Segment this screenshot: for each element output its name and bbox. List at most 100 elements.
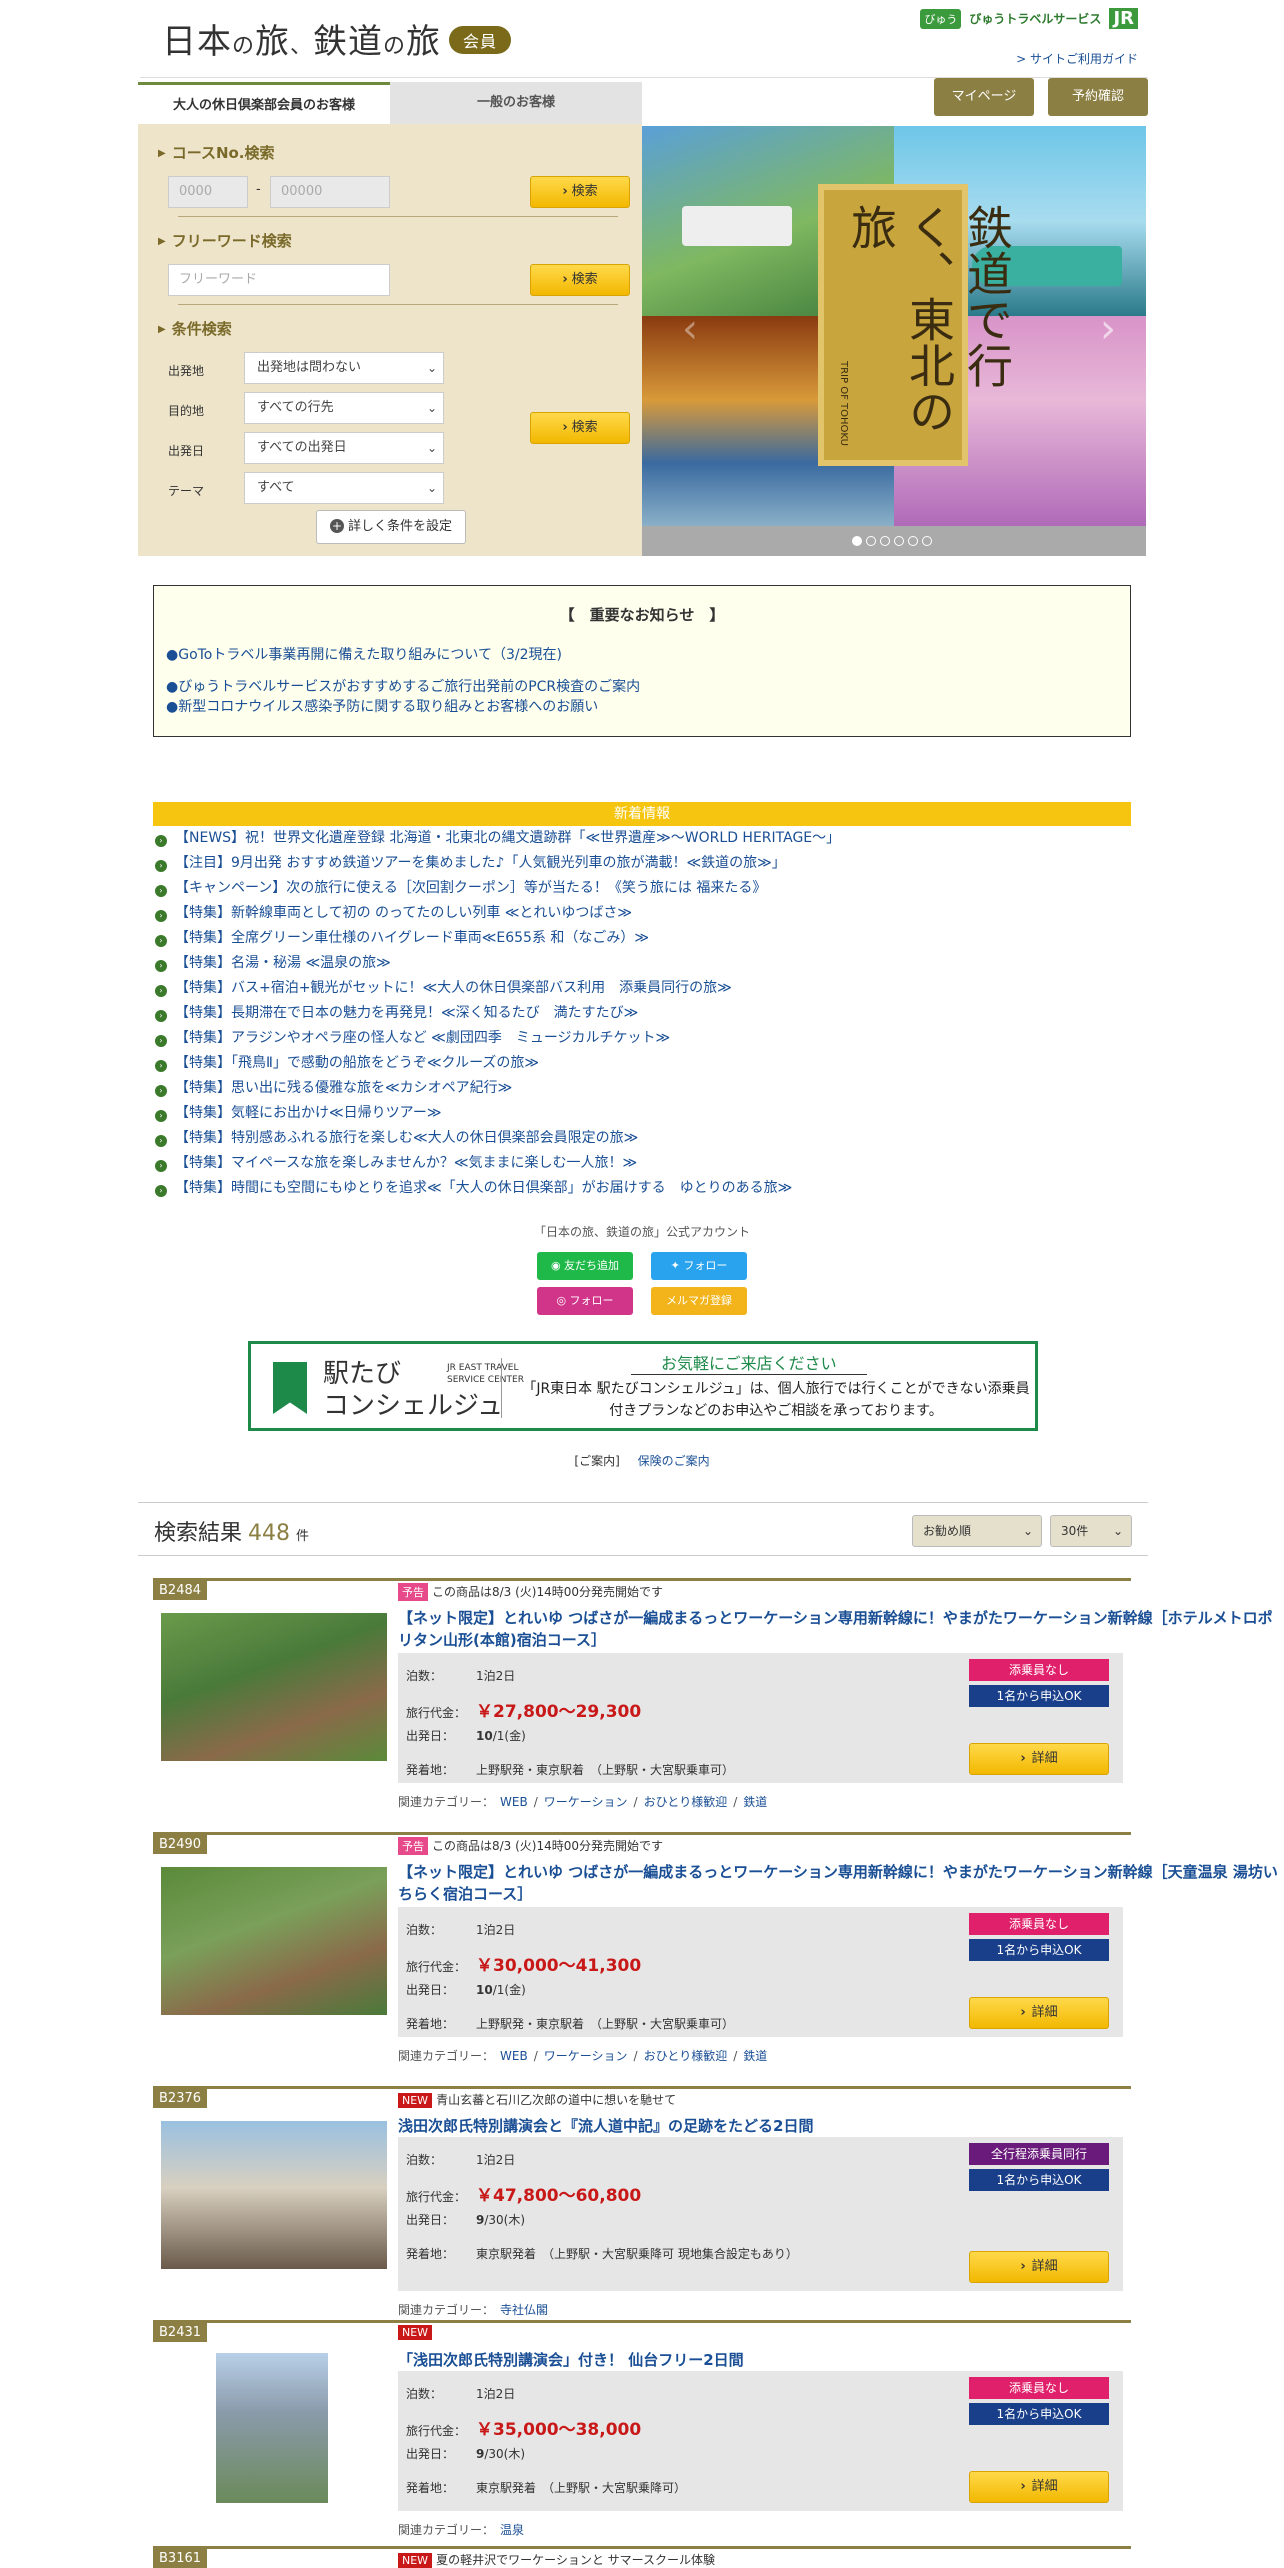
tab-member[interactable]: 大人の休日倶楽部会員のお客様	[138, 82, 390, 124]
carousel-dot[interactable]	[880, 536, 890, 546]
category-link[interactable]: 温泉	[500, 2523, 524, 2537]
news-item[interactable]: › 【特集】思い出に残る優雅な旅を≪カシオペア紀行≫	[155, 1076, 1125, 1101]
notice-link[interactable]: ●新型コロナウイルス感染予防に関する取り組みとお客様へのお願い	[166, 696, 598, 716]
news-item[interactable]: › 【特集】長期滞在で日本の魅力を再発見！≪深く知るたび 満たすたび≫	[155, 1001, 1125, 1026]
category-link[interactable]: ワーケーション	[544, 1795, 628, 1809]
newsletter-button[interactable]: メルマガ登録	[651, 1287, 747, 1315]
tour-title-link[interactable]: 【ネット限定】とれいゆ つばさが一編成まるっとワーケーション専用新幹線に！やまが…	[398, 1861, 1278, 1905]
sns-title: 「日本の旅、鉄道の旅」公式アカウント	[533, 1225, 750, 1239]
button-label: フォロー	[569, 1294, 614, 1307]
tab-general[interactable]: 一般のお客様	[390, 82, 642, 124]
theme-select[interactable]: すべて ⌄	[244, 472, 444, 504]
row-key: 旅行代金：	[406, 1960, 467, 1974]
per-page-select[interactable]: 30件 ⌄	[1050, 1515, 1132, 1547]
button-label: 検索	[571, 272, 598, 287]
free-search-button[interactable]: › 検索	[530, 264, 630, 296]
new-badge: NEW	[398, 2325, 433, 2340]
news-item[interactable]: › 【特集】全席グリーン車仕様のハイグレード車両≪E655系 和（なごみ）≫	[155, 926, 1125, 951]
news-item[interactable]: › 【特集】マイペースな旅を楽しみませんか？≪気ままに楽しむ一人旅！≫	[155, 1151, 1125, 1176]
carousel-prev-icon[interactable]: ‹	[682, 306, 698, 352]
notice-link[interactable]: ●GoToトラベル事業再開に備えた取り組みについて（3/2現在)	[166, 644, 562, 664]
category-link[interactable]: WEB	[500, 2049, 528, 2063]
carousel-dot[interactable]	[908, 536, 918, 546]
bullet-arrow-icon: ›	[155, 960, 167, 972]
detail-button[interactable]: › 詳細	[969, 1997, 1109, 2029]
category-link[interactable]: ワーケーション	[544, 2049, 628, 2063]
date-select[interactable]: すべての出発日 ⌄	[244, 432, 444, 464]
divider	[501, 1358, 502, 1418]
detail-button[interactable]: › 詳細	[969, 2471, 1109, 2503]
condition-search-button[interactable]: › 検索	[530, 412, 630, 444]
detail-button[interactable]: › 詳細	[969, 2251, 1109, 2283]
insurance-link[interactable]: 保険のご案内	[638, 1454, 710, 1468]
news-item[interactable]: › 【特集】バス+宿泊+観光がセットに！≪大人の休日倶楽部バス利用 添乗員同行の旅…	[155, 976, 1125, 1001]
instagram-follow-button[interactable]: ◎ フォロー	[537, 1287, 633, 1315]
category-link[interactable]: 鉄道	[743, 1795, 767, 1809]
news-item[interactable]: › 【特集】新幹線車両として初の のってたのしい列車 ≪とれいゆつばさ≫	[155, 901, 1125, 926]
brand-logos[interactable]: びゅう びゅうトラベルサービス JR	[920, 8, 1138, 29]
detail-button[interactable]: › 詳細	[969, 1743, 1109, 1775]
category-link[interactable]: WEB	[500, 1795, 528, 1809]
tour-thumbnail[interactable]	[161, 1613, 387, 1761]
tour-thumbnail[interactable]	[161, 2121, 387, 2269]
important-notice: 【 重要なお知らせ 】 ●GoToトラベル事業再開に備えた取り組みについて（3/…	[153, 585, 1131, 737]
date-label: 出発日	[168, 444, 205, 458]
course-no-input-2[interactable]: 00000	[270, 176, 390, 208]
hero-carousel[interactable]: 鉄道で行く、東北の旅 TRIP OF TOHOKU ‹ ›	[642, 126, 1146, 556]
tour-title-link[interactable]: 【ネット限定】とれいゆ つばさが一編成まるっとワーケーション専用新幹線に！やまが…	[398, 1607, 1278, 1651]
triangle-icon: ▶	[158, 148, 166, 159]
news-item[interactable]: › 【特集】「飛鳥Ⅱ」で感動の船旅をどうぞ≪クルーズの旅≫	[155, 1051, 1125, 1076]
ekitabi-sub-line: JR EAST TRAVEL	[447, 1363, 519, 1373]
news-item[interactable]: › 【注目】9月出発 おすすめ鉄道ツアーを集めました♪「人気観光列車の旅が満載！≪…	[155, 851, 1125, 876]
ekitabi-heading: お気軽にご来店ください	[631, 1350, 867, 1375]
carousel-dot[interactable]	[922, 536, 932, 546]
carousel-dot[interactable]	[866, 536, 876, 546]
tour-title-link[interactable]: 「浅田次郎氏特別講演会」付き！ 仙台フリー2日間	[398, 2349, 1278, 2371]
tour-thumbnail[interactable]	[161, 1867, 387, 2015]
course-search-title: ▶ コースNo.検索	[158, 142, 275, 163]
category-link[interactable]: おひとり様歓迎	[644, 2049, 728, 2063]
carousel-dot[interactable]	[852, 536, 862, 546]
detail-conditions-button[interactable]: + 詳しく条件を設定	[316, 510, 466, 544]
button-label: 詳しく条件を設定	[347, 519, 452, 534]
twitter-follow-button[interactable]: ✦ フォロー	[651, 1252, 747, 1280]
tagline: 予告 この商品は8/3 (火)14時00分発売開始です	[398, 1583, 663, 1601]
button-label: 詳細	[1031, 2479, 1058, 2494]
notice-link[interactable]: ●びゅうトラベルサービスがおすすめするご旅行出発前のPCR検査のご案内	[166, 676, 640, 696]
free-word-input[interactable]: フリーワード	[168, 264, 390, 296]
carousel-dot[interactable]	[894, 536, 904, 546]
ekitabi-concierge-banner[interactable]: 駅たび コンシェルジュ JR EAST TRAVEL SERVICE CENTER …	[248, 1341, 1038, 1431]
course-no-input-1[interactable]: 0000	[168, 176, 248, 208]
destination-select[interactable]: すべての行先 ⌄	[244, 392, 444, 424]
button-label: 検索	[571, 420, 598, 435]
tour-title-link[interactable]: 浅田次郎氏特別講演会と『流人道中記』の足跡をたどる2日間	[398, 2115, 1278, 2137]
news-item[interactable]: › 【特集】特別感あふれる旅行を楽しむ≪大人の休日倶楽部会員限定の旅≫	[155, 1126, 1125, 1151]
category-link[interactable]: おひとり様歓迎	[644, 1795, 728, 1809]
category-link[interactable]: 寺社仏閣	[500, 2303, 548, 2317]
button-label: 詳細	[1031, 2005, 1058, 2020]
preview-badge: 予告	[398, 1837, 428, 1855]
sort-select[interactable]: お勧め順 ⌄	[912, 1515, 1042, 1547]
site-guide-link[interactable]: > サイトご利用ガイド	[1016, 50, 1138, 67]
carousel-next-icon[interactable]: ›	[1100, 306, 1116, 352]
category-link[interactable]: 鉄道	[743, 2049, 767, 2063]
news-item[interactable]: › 【特集】アラジンやオペラ座の怪人など ≪劇団四季 ミュージカルチケット≫	[155, 1026, 1125, 1051]
news-item[interactable]: › 【キャンペーン】次の旅行に使える［次回割クーポン］等が当たる！《笑う旅には 福…	[155, 876, 1125, 901]
bullet-arrow-icon: ›	[155, 1135, 167, 1147]
departure-select[interactable]: 出発地は問わない ⌄	[244, 352, 444, 384]
escort-badge: 全行程添乗員同行	[969, 2143, 1109, 2165]
news-item[interactable]: › 【特集】名湯・秘湯 ≪温泉の旅≫	[155, 951, 1125, 976]
chevron-right-icon: ›	[1020, 2259, 1026, 2274]
line-add-friend-button[interactable]: ◉ 友だち追加	[537, 1252, 633, 1280]
news-item[interactable]: › 【NEWS】祝！世界文化遺産登録 北海道・北東北の縄文遺跡群「≪世界遺産≫～W…	[155, 826, 1125, 851]
condition-search-title: ▶ 条件検索	[158, 318, 232, 339]
reservation-button[interactable]: 予約確認	[1048, 78, 1148, 116]
news-item[interactable]: › 【特集】時間にも空間にもゆとりを追求≪「大人の休日倶楽部」がお届けする ゆとり…	[155, 1176, 1125, 1201]
course-search-button[interactable]: › 検索	[530, 176, 630, 208]
chevron-right-icon: ›	[562, 420, 568, 435]
mypage-button[interactable]: マイページ	[934, 78, 1034, 116]
tour-thumbnail[interactable]	[216, 2353, 328, 2503]
logo-text: 日本	[162, 22, 232, 62]
news-item[interactable]: › 【特集】気軽にお出かけ≪日帰りツアー≫	[155, 1101, 1125, 1126]
site-logo[interactable]: 日本の旅、鉄道の旅 会員	[162, 14, 512, 63]
